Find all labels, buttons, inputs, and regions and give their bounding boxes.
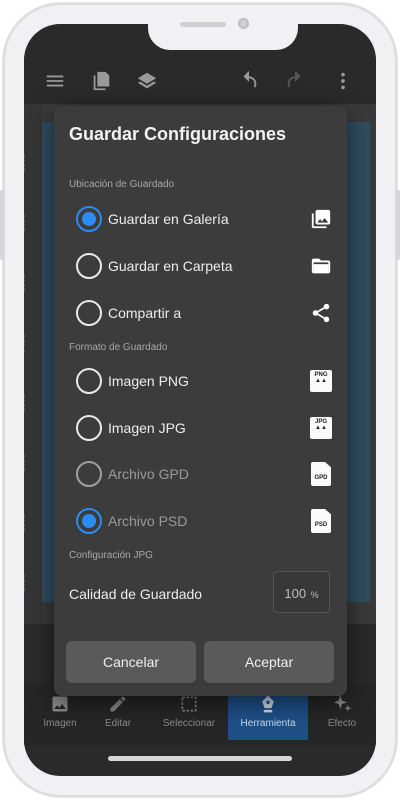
volume-button <box>0 190 4 260</box>
app-toolbar <box>24 58 376 104</box>
radio-button[interactable] <box>76 508 102 534</box>
radio-button[interactable] <box>76 368 102 394</box>
front-camera <box>238 18 249 29</box>
ruler-mark: 2994 <box>24 334 26 352</box>
quality-unit: % <box>310 590 319 600</box>
quality-label: Calidad de Guardado <box>69 586 203 602</box>
option-label: Imagen PNG <box>108 373 189 389</box>
radio-button[interactable] <box>76 415 102 441</box>
section-format-label: Formato de Guardado <box>69 342 168 353</box>
option-gpd[interactable]: Archivo GPD GPD <box>74 456 332 494</box>
png-file-icon: PNG ▲▲ <box>310 370 332 392</box>
ruler-mark: 3000 <box>24 514 26 532</box>
pencil-icon <box>110 696 126 712</box>
phone-notch <box>148 18 298 50</box>
option-png[interactable]: Imagen PNG PNG ▲▲ <box>74 363 332 401</box>
image-icon <box>52 696 68 712</box>
tab-label: Efecto <box>327 718 357 729</box>
option-label: Compartir a <box>108 305 182 321</box>
pen-tool-icon <box>262 695 274 713</box>
section-jpg-label: Configuración JPG <box>69 550 153 561</box>
selection-icon <box>181 696 197 712</box>
undo-icon[interactable] <box>238 70 260 92</box>
jpg-file-icon: JPG ▲▲ <box>310 417 332 439</box>
share-icon <box>312 303 330 323</box>
redo-icon[interactable] <box>284 70 306 92</box>
radio-button[interactable] <box>76 206 102 232</box>
option-share[interactable]: Compartir a <box>74 295 332 333</box>
tab-label: Seleccionar <box>162 718 216 729</box>
tab-label: Editar <box>104 718 132 729</box>
ruler-mark: 2990 <box>24 214 26 232</box>
option-label: Guardar en Galería <box>108 211 229 227</box>
psd-file-icon: PSD <box>311 509 331 533</box>
quality-input[interactable]: 100 % <box>273 571 330 613</box>
vertical-ruler: 2988 2990 2992 2994 2996 2998 3000 3002 <box>24 104 42 624</box>
quality-value: 100 <box>284 586 307 601</box>
option-jpg[interactable]: Imagen JPG JPG ▲▲ <box>74 410 332 448</box>
more-icon[interactable] <box>332 70 354 92</box>
cancel-button[interactable]: Cancelar <box>66 641 196 683</box>
accept-button[interactable]: Aceptar <box>204 641 334 683</box>
option-label: Guardar en Carpeta <box>108 258 233 274</box>
option-label: Archivo PSD <box>108 513 188 529</box>
folder-icon <box>311 258 331 274</box>
ruler-mark: 3002 <box>24 574 26 592</box>
ruler-mark: 2998 <box>24 454 26 472</box>
option-label: Archivo GPD <box>108 466 189 482</box>
option-save-gallery[interactable]: Guardar en Galería <box>74 201 332 239</box>
dialog-title: Guardar Configuraciones <box>69 124 287 144</box>
ruler-mark: 2992 <box>24 274 26 292</box>
home-indicator <box>108 756 292 761</box>
speaker <box>180 22 226 27</box>
option-psd[interactable]: Archivo PSD PSD <box>74 503 332 541</box>
sparkle-icon <box>333 695 352 712</box>
radio-button[interactable] <box>76 461 102 487</box>
tab-label: Herramienta <box>240 718 296 729</box>
section-location-label: Ubicación de Guardado <box>69 179 175 190</box>
option-label: Imagen JPG <box>108 420 186 436</box>
tab-label: Imagen <box>43 718 77 729</box>
radio-button[interactable] <box>76 253 102 279</box>
option-save-folder[interactable]: Guardar en Carpeta <box>74 248 332 286</box>
power-button <box>396 190 400 260</box>
gpd-file-icon: GPD <box>311 462 331 486</box>
ruler-mark: 2996 <box>24 394 26 412</box>
layers-icon[interactable] <box>136 70 158 92</box>
radio-button[interactable] <box>76 300 102 326</box>
save-settings-dialog: Guardar Configuraciones Ubicación de Gua… <box>54 106 347 696</box>
gallery-icon <box>311 209 331 229</box>
menu-icon[interactable] <box>44 70 66 92</box>
pages-icon[interactable] <box>90 70 112 92</box>
ruler-mark: 2988 <box>24 154 26 172</box>
